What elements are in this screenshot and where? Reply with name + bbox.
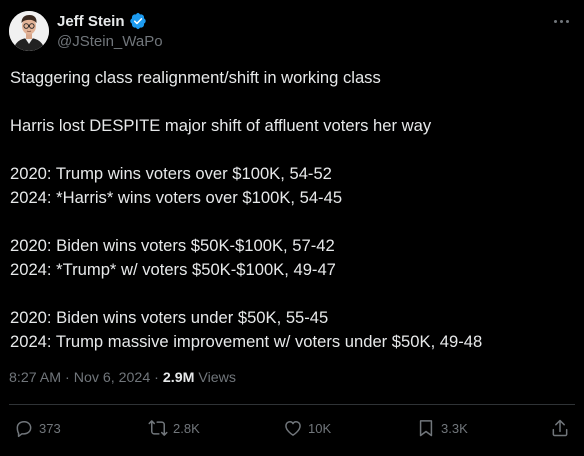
tweet-line: 2020: Biden wins voters under $50K, 55-4… — [10, 308, 329, 327]
tweet-line: Harris lost DESPITE major shift of afflu… — [10, 116, 432, 135]
verified-badge-icon[interactable] — [129, 12, 147, 30]
action-bar: 373 2.8K 10K 3.3K — [0, 418, 584, 440]
tweet-text: Staggering class realignment/shift in wo… — [10, 66, 576, 354]
display-name-row: Jeff Stein — [57, 11, 163, 31]
bookmark-button[interactable]: 3.3K — [416, 418, 468, 438]
more-dot — [553, 19, 557, 23]
repost-button[interactable]: 2.8K — [148, 418, 200, 438]
like-icon — [285, 421, 301, 436]
tweet-line: 2024: *Harris* wins voters over $100K, 5… — [10, 188, 343, 207]
more-dot — [565, 19, 569, 23]
author-names: Jeff Stein @JStein_WaPo — [57, 11, 163, 51]
reply-count: 373 — [39, 420, 61, 436]
tweet-line: 2020: Trump wins voters over $100K, 54-5… — [10, 164, 332, 183]
more-icon[interactable] — [549, 11, 573, 31]
repost-count: 2.8K — [173, 420, 200, 436]
post-time[interactable]: 8:27 AM — [9, 370, 61, 386]
views-count: 2.9M — [162, 370, 195, 386]
tweet-line: 2024: Trump massive improvement w/ voter… — [10, 332, 483, 351]
share-icon — [552, 419, 568, 437]
tweet-meta: 8:27 AM · Nov 6, 2024 · 2.9M Views — [9, 370, 236, 386]
meta-separator: · — [154, 370, 159, 386]
meta-separator: · — [65, 370, 70, 386]
more-dot — [559, 19, 563, 23]
bookmark-icon — [419, 420, 433, 437]
post-date[interactable]: Nov 6, 2024 — [74, 370, 151, 386]
bookmark-count: 3.3K — [441, 420, 468, 436]
tweet-line: 2020: Biden wins voters $50K-$100K, 57-4… — [10, 236, 335, 255]
reply-button[interactable]: 373 — [14, 418, 61, 438]
divider — [9, 404, 575, 405]
reply-icon — [16, 421, 32, 438]
tweet-line: 2024: *Trump* w/ voters $50K-$100K, 49-4… — [10, 260, 336, 279]
views-label: Views — [198, 370, 236, 386]
tweet-header: Jeff Stein @JStein_WaPo — [9, 9, 575, 53]
avatar[interactable] — [9, 11, 49, 51]
tweet-line: Staggering class realignment/shift in wo… — [10, 68, 381, 87]
like-count: 10K — [308, 420, 332, 436]
avatar-image — [9, 11, 49, 51]
display-name[interactable]: Jeff Stein — [57, 13, 125, 30]
share-button[interactable] — [550, 418, 570, 438]
tweet: Jeff Stein @JStein_WaPo Staggering class… — [0, 0, 584, 456]
author-handle[interactable]: @JStein_WaPo — [57, 33, 163, 50]
like-button[interactable]: 10K — [283, 418, 331, 438]
repost-icon — [148, 420, 168, 436]
